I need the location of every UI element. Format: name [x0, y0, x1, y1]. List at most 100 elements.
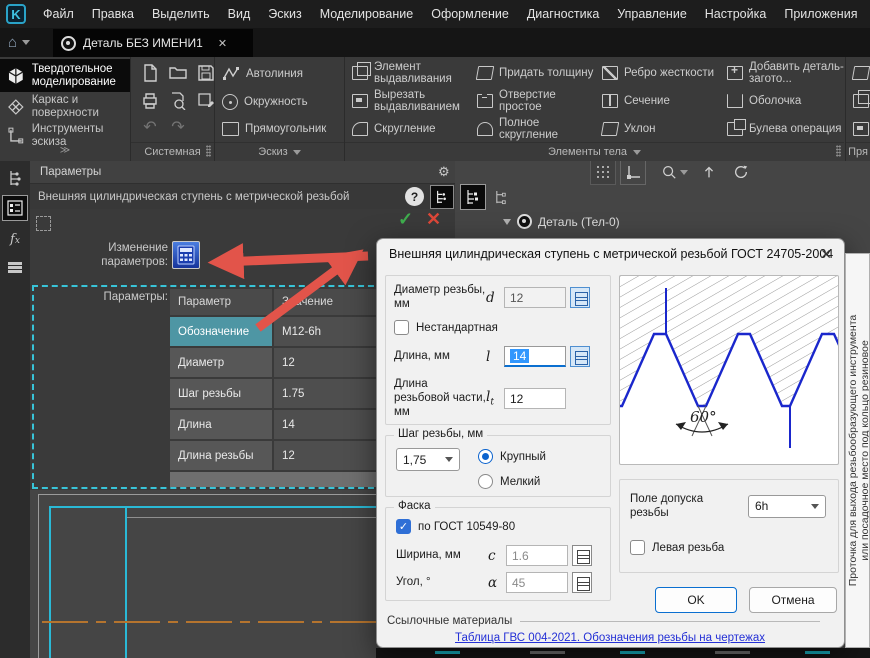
rotate-view-button[interactable] — [728, 159, 754, 185]
menu-sketch[interactable]: Эскиз — [259, 7, 310, 21]
chamfer-width-field[interactable]: 1.6 — [506, 545, 568, 566]
reference-link[interactable]: Таблица ГВС 004-2021. Обозначения резьбы… — [455, 632, 765, 644]
mode-solid-modeling[interactable]: Твердотельное моделирование — [0, 59, 130, 92]
zoom-button[interactable] — [656, 159, 692, 185]
tree-toggle-button[interactable] — [430, 185, 454, 209]
tool-rib[interactable]: Ребро жесткости — [602, 60, 720, 86]
menu-diagnostics[interactable]: Диагностика — [518, 7, 608, 21]
tree-structure-button[interactable] — [460, 184, 486, 210]
expand-caret-icon[interactable] — [503, 219, 511, 225]
tool-clipped-3[interactable] — [853, 116, 869, 142]
menu-applications[interactable]: Приложения — [775, 7, 866, 21]
app-logo-icon[interactable]: K — [6, 4, 26, 24]
gost-chamfer-checkbox[interactable]: ✓ — [396, 519, 411, 534]
dots-grid-button[interactable] — [590, 159, 616, 185]
gear-icon[interactable]: ⚙ — [438, 164, 450, 180]
parameters-panel-button[interactable] — [3, 196, 27, 220]
tool-draft[interactable]: Уклон — [602, 116, 720, 142]
preview-button[interactable] — [166, 89, 190, 113]
tab-close-icon[interactable]: ✕ — [218, 37, 227, 50]
chamfer-angle-symbol: α — [488, 575, 506, 591]
menu-window[interactable]: Окно — [866, 7, 870, 21]
side-tab-line2: или посадочное место под кольцо резиново… — [859, 340, 870, 561]
menu-view[interactable]: Вид — [219, 7, 260, 21]
group-handle-icon[interactable] — [206, 145, 211, 157]
length-table-button[interactable] — [570, 346, 590, 367]
tool-full-fillet[interactable]: Полное скругление — [477, 116, 595, 142]
chamfer-width-table-button[interactable] — [572, 545, 592, 566]
thread-length-field[interactable]: 12 — [504, 388, 566, 409]
table-row-param[interactable]: Длина резьбы — [170, 441, 272, 470]
table-row-param[interactable]: Обозначение — [170, 317, 272, 346]
undercut-side-tab[interactable]: Проточка для выхода резьбообразующего ин… — [845, 253, 870, 648]
group-handle-icon[interactable] — [836, 145, 841, 157]
tool-extrude[interactable]: Элемент выдавливания — [352, 60, 470, 86]
help-icon[interactable]: ? — [405, 187, 424, 206]
tool-boolean[interactable]: Булева операция — [727, 116, 845, 142]
thread-angle-label: 60° — [690, 408, 717, 426]
chevron-down-icon[interactable] — [293, 150, 301, 155]
parameters-panel-header[interactable]: Параметры ⚙ — [30, 161, 455, 183]
nonstandard-checkbox[interactable] — [394, 320, 409, 335]
menu-settings[interactable]: Настройка — [696, 7, 776, 21]
menu-edit[interactable]: Правка — [83, 7, 143, 21]
document-tab[interactable]: Деталь БЕЗ ИМЕНИ1 ✕ — [53, 29, 253, 57]
cancel-icon[interactable]: ✕ — [426, 209, 441, 230]
tool-clipped-1[interactable] — [853, 60, 869, 86]
menu-modeling[interactable]: Моделирование — [311, 7, 423, 21]
tool-section[interactable]: Сечение — [602, 88, 720, 114]
tool-add-part[interactable]: Добавить деталь-загото... — [727, 60, 845, 86]
tool-autoline[interactable]: Автолиния — [222, 61, 303, 87]
menu-drawing[interactable]: Оформление — [422, 7, 518, 21]
undo-button[interactable]: ↶ — [138, 115, 162, 139]
tool-shell[interactable]: Оболочка — [727, 88, 845, 114]
change-params-button[interactable] — [172, 241, 200, 269]
length-field[interactable]: 14 — [504, 346, 566, 367]
mode-wireframe-surfaces[interactable]: Каркас и поверхности — [0, 92, 130, 121]
chamfer-angle-table-button[interactable] — [572, 572, 592, 593]
new-document-button[interactable] — [138, 61, 162, 85]
orient-up-button[interactable] — [696, 159, 722, 185]
tree-filter-button[interactable] — [490, 186, 512, 208]
diameter-table-button[interactable] — [570, 287, 590, 308]
chamfer-angle-field[interactable]: 45 — [506, 572, 568, 593]
pitch-combo[interactable]: 1,75 — [396, 448, 460, 471]
left-thread-checkbox[interactable] — [630, 540, 645, 555]
print-button[interactable] — [138, 89, 162, 113]
tree-root-item[interactable]: Деталь (Тел-0) — [503, 214, 620, 229]
sketch-line-vertical-2[interactable] — [125, 506, 127, 658]
chevron-down-icon[interactable] — [680, 170, 688, 175]
tool-clipped-2[interactable] — [853, 88, 869, 114]
confirm-icon[interactable]: ✓ — [398, 209, 413, 230]
menu-panel-button[interactable] — [3, 255, 27, 279]
open-document-button[interactable] — [166, 61, 190, 85]
diameter-field[interactable]: 12 — [504, 287, 566, 308]
tool-cut-extrude[interactable]: Вырезать выдавливанием — [352, 88, 470, 114]
sketch-mode-button[interactable] — [620, 159, 646, 185]
chevron-down-icon[interactable] — [633, 150, 641, 155]
tool-circle[interactable]: Окружность — [222, 89, 308, 115]
table-row-param[interactable]: Длина — [170, 410, 272, 439]
dialog-close-icon[interactable]: ✕ — [820, 246, 832, 263]
tool-thicken[interactable]: Придать толщину — [477, 60, 595, 86]
cancel-button[interactable]: Отмена — [749, 587, 837, 613]
tool-fillet[interactable]: Скругление — [352, 116, 470, 142]
table-row-param[interactable]: Шаг резьбы — [170, 379, 272, 408]
table-row-param[interactable]: Диаметр — [170, 348, 272, 377]
redo-button[interactable]: ↷ — [166, 115, 190, 139]
coarse-radio[interactable] — [478, 449, 493, 464]
menu-management[interactable]: Управление — [608, 7, 696, 21]
fine-radio[interactable] — [478, 474, 493, 489]
variables-panel-button[interactable]: fx — [3, 227, 27, 251]
home-button[interactable]: ⌂ — [8, 31, 48, 53]
tool-rectangle[interactable]: Прямоугольник — [222, 116, 326, 142]
selection-box-icon[interactable] — [36, 216, 51, 231]
tool-simple-hole[interactable]: Отверстие простое — [477, 88, 595, 114]
collapse-chevron-icon[interactable]: ≫ — [0, 145, 130, 156]
tolerance-combo[interactable]: 6h — [748, 495, 826, 518]
sketch-line-vertical-1[interactable] — [49, 506, 51, 658]
ok-button[interactable]: OK — [655, 587, 737, 613]
tree-panel-button[interactable] — [3, 166, 27, 190]
menu-file[interactable]: Файл — [34, 7, 83, 21]
menu-select[interactable]: Выделить — [143, 7, 219, 21]
